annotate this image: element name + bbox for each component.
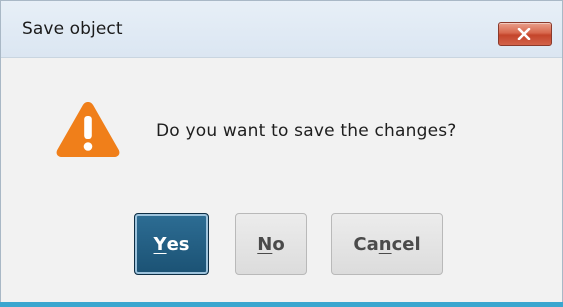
dialog-title: Save object bbox=[22, 19, 123, 39]
yes-label-rest: es bbox=[166, 233, 190, 255]
dialog-body: Do you want to save the changes? Yes No … bbox=[1, 58, 562, 306]
title-bar[interactable]: Save object bbox=[1, 1, 562, 58]
window-bottom-border bbox=[0, 302, 563, 307]
no-mnemonic: N bbox=[257, 233, 273, 255]
close-icon bbox=[517, 28, 531, 40]
cancel-label-rest: cel bbox=[391, 233, 421, 255]
cancel-label-pre: Ca bbox=[353, 233, 379, 255]
warning-icon bbox=[56, 102, 120, 157]
cancel-mnemonic: n bbox=[378, 233, 392, 255]
close-button[interactable] bbox=[498, 22, 552, 46]
yes-mnemonic: Y bbox=[153, 233, 167, 255]
dialog-message: Do you want to save the changes? bbox=[156, 121, 457, 141]
no-button[interactable]: No bbox=[235, 213, 307, 275]
yes-button[interactable]: Yes bbox=[134, 213, 209, 275]
save-object-dialog: Save object Do you want to save the chan… bbox=[0, 0, 563, 307]
cancel-button[interactable]: Ca n cel bbox=[331, 213, 443, 275]
no-label-rest: o bbox=[272, 233, 285, 255]
